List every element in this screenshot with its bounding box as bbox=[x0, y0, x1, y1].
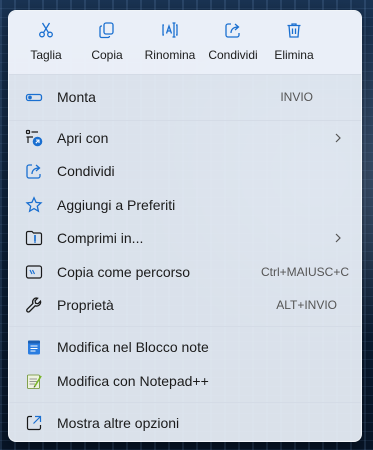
menu-item-properties[interactable]: Proprietà ALT+INVIO bbox=[13, 289, 359, 321]
copy-label: Copia bbox=[91, 48, 123, 62]
menu-item-label: Proprietà bbox=[57, 297, 114, 313]
star-icon bbox=[25, 196, 43, 214]
menu-item-label: Apri con bbox=[57, 130, 109, 146]
menu-item-label: Condividi bbox=[57, 163, 115, 179]
separator bbox=[9, 120, 361, 121]
share-icon bbox=[25, 162, 43, 180]
menu-item-share[interactable]: Condividi bbox=[13, 155, 359, 187]
shortcut-text: Ctrl+MAIUSC+C bbox=[260, 265, 349, 279]
menu-item-label: Modifica nel Blocco note bbox=[57, 339, 209, 355]
menu-item-label: Copia come percorso bbox=[57, 264, 191, 280]
open-external-icon bbox=[25, 414, 43, 432]
cut-button[interactable]: Taglia bbox=[13, 21, 79, 69]
rename-icon bbox=[162, 22, 178, 38]
menu-item-open-with[interactable]: Apri con bbox=[13, 122, 359, 154]
copy-path-icon bbox=[25, 263, 43, 281]
notepad-icon bbox=[25, 338, 43, 356]
menu-item-show-more-options[interactable]: Mostra altre opzioni bbox=[13, 407, 359, 439]
disc-drive-icon bbox=[25, 88, 43, 106]
menu-item-label: Aggiungi a Preferiti bbox=[57, 197, 176, 213]
share-label: Condividi bbox=[208, 48, 258, 62]
scissors-icon bbox=[39, 22, 53, 38]
shortcut-text: ALT+INVIO bbox=[276, 298, 337, 312]
shortcut-text: INVIO bbox=[280, 90, 313, 104]
notepadpp-icon bbox=[25, 372, 43, 390]
menu-item-label: Monta bbox=[57, 89, 96, 105]
separator bbox=[9, 402, 361, 403]
rename-button[interactable]: Rinomina bbox=[137, 21, 203, 69]
copy-icon bbox=[99, 22, 114, 39]
share-button[interactable]: Condividi bbox=[200, 21, 266, 69]
menu-item-add-to-favorites[interactable]: Aggiungi a Preferiti bbox=[13, 189, 359, 221]
chevron-right-icon bbox=[335, 233, 341, 243]
chevron-right-icon bbox=[335, 133, 341, 143]
menu-item-edit-notepad[interactable]: Modifica nel Blocco note bbox=[13, 331, 359, 363]
wrench-icon bbox=[25, 296, 43, 314]
copy-button[interactable]: Copia bbox=[74, 21, 140, 69]
menu-item-edit-notepadpp[interactable]: Modifica con Notepad++ bbox=[13, 365, 359, 397]
trash-icon bbox=[287, 23, 301, 38]
open-with-icon bbox=[25, 129, 43, 147]
menu-item-mount[interactable]: Monta INVIO bbox=[13, 81, 359, 113]
share-icon bbox=[225, 23, 240, 38]
delete-button[interactable]: Elimina bbox=[261, 21, 327, 69]
menu-item-copy-as-path[interactable]: Copia come percorso Ctrl+MAIUSC+C bbox=[13, 256, 359, 288]
context-menu-toolbar: Taglia Copia Rinomina Condividi Elimina bbox=[9, 11, 361, 75]
context-menu: Taglia Copia Rinomina Condividi Elimina … bbox=[8, 10, 362, 442]
separator bbox=[9, 326, 361, 327]
menu-item-label: Mostra altre opzioni bbox=[57, 415, 180, 431]
menu-item-label: Comprimi in... bbox=[57, 230, 144, 246]
delete-label: Elimina bbox=[274, 48, 314, 62]
menu-item-compress[interactable]: Comprimi in... bbox=[13, 222, 359, 254]
menu-item-label: Modifica con Notepad++ bbox=[57, 373, 209, 389]
zip-folder-icon bbox=[25, 229, 43, 247]
rename-label: Rinomina bbox=[144, 48, 196, 62]
cut-label: Taglia bbox=[30, 48, 62, 62]
